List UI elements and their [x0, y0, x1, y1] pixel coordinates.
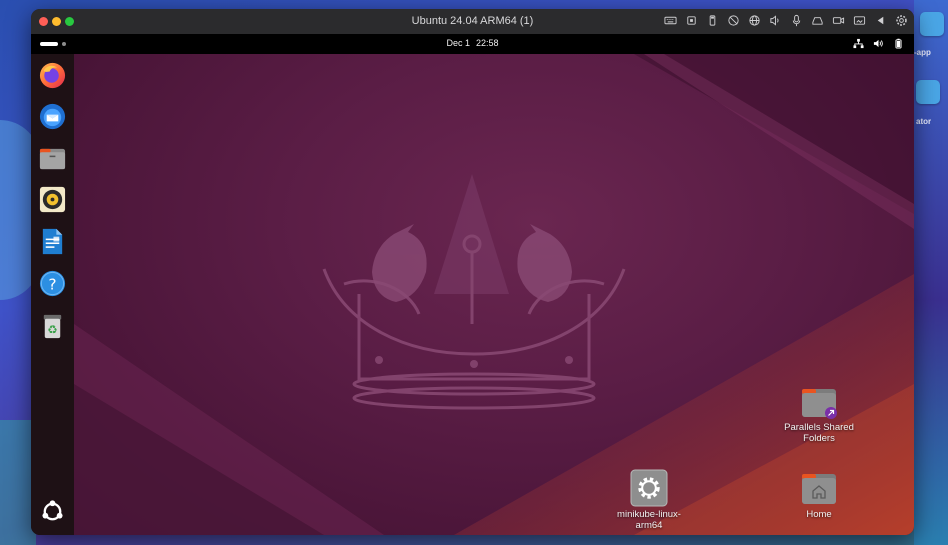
usb-icon[interactable] — [705, 14, 719, 28]
desktop-icon-label: Parallels Shared — [784, 422, 854, 433]
desktop-icon-home[interactable]: Home — [779, 469, 859, 520]
vm-toolbar — [663, 14, 908, 28]
shared-folder-icon — [802, 389, 837, 419]
mac-desktop-app-icon[interactable] — [916, 80, 940, 104]
mac-desktop-app-label: -app — [914, 48, 931, 57]
desktop-icon-label: Home — [806, 509, 832, 520]
files-icon[interactable] — [38, 144, 67, 173]
thunderbird-icon[interactable] — [38, 102, 67, 131]
clock[interactable]: Dec 1 22:58 — [31, 38, 914, 48]
help-icon[interactable]: ? — [38, 269, 67, 298]
desktop-icon-parallels-shared-folders[interactable]: Parallels Shared Folders — [779, 382, 859, 444]
ubuntu-desktop[interactable]: Parallels Shared Folders minikube-linux-… — [74, 54, 914, 535]
gnome-top-bar: Dec 1 22:58 — [31, 34, 914, 54]
camera-off-icon[interactable] — [726, 14, 740, 28]
svg-text:?: ? — [48, 275, 56, 293]
keyboard-icon[interactable] — [663, 14, 677, 28]
desktop-icon-label: minikube-linux- — [617, 509, 681, 520]
home-folder-icon — [802, 474, 836, 504]
back-icon[interactable] — [873, 14, 887, 28]
firefox-icon[interactable] — [38, 61, 67, 90]
app-grid-icon[interactable] — [38, 497, 67, 526]
volume-icon — [873, 39, 883, 48]
svg-text:♻: ♻ — [47, 322, 57, 336]
gear-icon[interactable] — [894, 14, 908, 28]
drive-icon[interactable] — [810, 14, 824, 28]
microphone-icon[interactable] — [789, 14, 803, 28]
speaker-icon[interactable] — [768, 14, 782, 28]
window-titlebar[interactable]: Ubuntu 24.04 ARM64 (1) — [31, 9, 914, 35]
clock-time: 22:58 — [475, 38, 499, 48]
mac-desktop-app-icon[interactable] — [920, 12, 944, 36]
clock-date: Dec 1 — [446, 38, 470, 48]
executable-gear-icon — [630, 469, 668, 507]
battery-icon — [895, 38, 902, 49]
cpu-icon[interactable] — [684, 14, 698, 28]
globe-icon[interactable] — [747, 14, 761, 28]
system-tray[interactable] — [853, 38, 904, 49]
folder-icon[interactable] — [852, 14, 866, 28]
mac-desktop-app-label: ator — [916, 117, 932, 126]
parallels-vm-window: Ubuntu 24.04 ARM64 (1) Dec 1 22:58 ? ♻ P… — [31, 9, 914, 535]
ubuntu-dock: ? ♻ — [31, 54, 74, 535]
desktop-icon-label: Folders — [803, 433, 835, 444]
wallpaper-graphic — [74, 54, 914, 535]
desktop-icon-label: arm64 — [635, 520, 663, 531]
rhythmbox-icon[interactable] — [38, 185, 67, 214]
desktop-icon-minikube[interactable]: minikube-linux- arm64 — [609, 469, 689, 531]
trash-icon[interactable]: ♻ — [38, 312, 67, 341]
writer-icon[interactable] — [38, 227, 67, 256]
network-icon — [853, 38, 864, 49]
video-icon[interactable] — [831, 14, 845, 28]
